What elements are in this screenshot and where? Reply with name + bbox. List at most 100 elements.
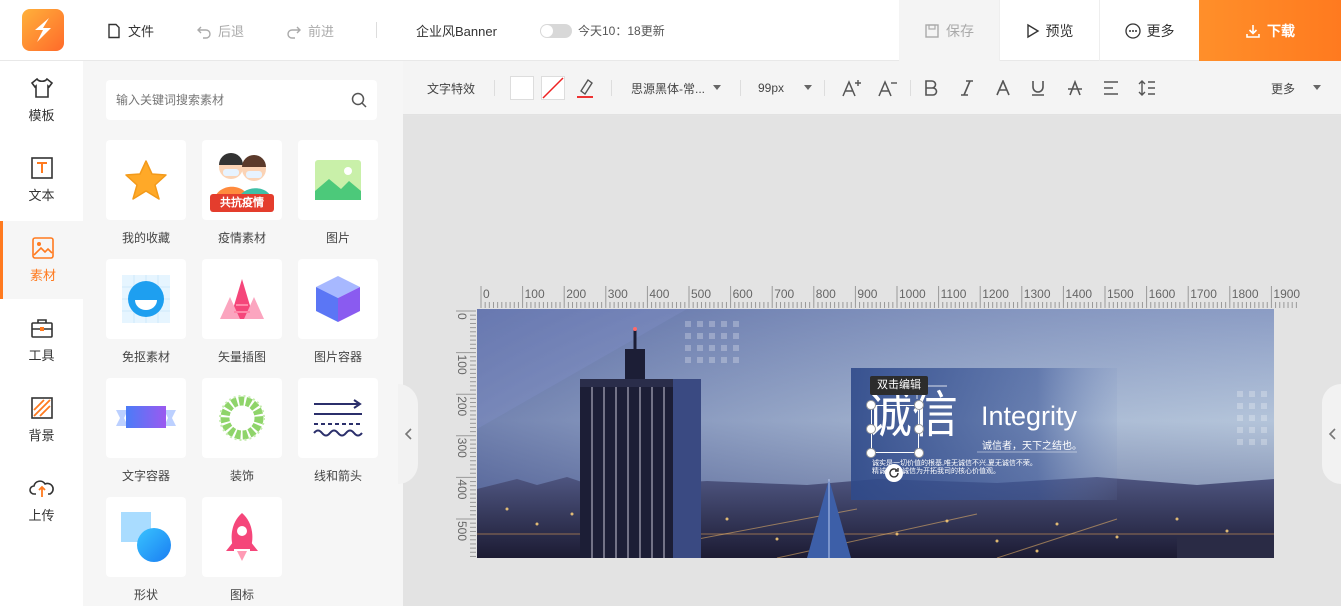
- app-logo[interactable]: [22, 9, 64, 51]
- text-toolbar: 文字特效 思源黑体-常... 99px 更多: [403, 61, 1341, 115]
- ruler-label: 300: [455, 438, 469, 458]
- font-size-increase-button[interactable]: [841, 61, 861, 115]
- collapse-panel-button[interactable]: [398, 384, 418, 484]
- tile-label: 图片容器: [313, 350, 362, 364]
- highlight-button[interactable]: [575, 61, 595, 115]
- italic-button[interactable]: [960, 61, 974, 115]
- tile-text-container[interactable]: 文字容器: [106, 378, 186, 484]
- autosave-status: 今天10：18更新: [540, 0, 665, 61]
- tile-label: 免抠素材: [121, 350, 170, 364]
- bold-icon: [925, 80, 938, 96]
- save-icon: [925, 23, 939, 38]
- top-bar: 文件 后退 前进 企业风Banner 今天10：18更新 保存 预览 更多 下载: [0, 0, 1341, 61]
- picture-icon: [315, 160, 361, 200]
- save-button[interactable]: 保存: [899, 0, 999, 61]
- tile-shapes[interactable]: 形状: [106, 497, 186, 603]
- bold-button[interactable]: [924, 61, 938, 115]
- resize-handle[interactable]: [914, 424, 924, 434]
- nav-label: 素材: [29, 267, 56, 283]
- banner-canvas[interactable]: 诚信 Integrity 诚信者，天下之结也。 诚实是一切价值的根基,唯无诚信不…: [477, 309, 1274, 558]
- tile-decoration[interactable]: 装饰: [202, 378, 282, 484]
- nav-background[interactable]: 背景: [0, 381, 83, 459]
- font-size-select[interactable]: 99px: [758, 61, 813, 115]
- tile-image-container[interactable]: 图片容器: [298, 259, 378, 365]
- ruler-label: 0: [483, 287, 490, 301]
- cube-icon: [316, 276, 360, 322]
- text-effect-button[interactable]: 文字特效: [427, 61, 475, 115]
- tile-vector[interactable]: 矢量插图: [202, 259, 282, 365]
- nav-tools[interactable]: 工具: [0, 301, 83, 379]
- more-button[interactable]: 更多: [1099, 0, 1199, 61]
- redo-icon: [287, 26, 301, 39]
- expand-right-panel-button[interactable]: [1322, 384, 1341, 484]
- ruler-label: 1700: [1190, 287, 1217, 301]
- ruler-label: 1500: [1107, 287, 1134, 301]
- nav-upload[interactable]: 上传: [0, 461, 83, 539]
- tile-label: 装饰: [229, 469, 254, 483]
- font-family-value: 思源黑体-常...: [631, 81, 705, 96]
- resize-handle[interactable]: [866, 424, 876, 434]
- tile-lines-arrows[interactable]: 线和箭头: [298, 378, 378, 484]
- save-label: 保存: [946, 22, 974, 39]
- ruler-label: 1200: [982, 287, 1009, 301]
- cloud-upload-icon: [28, 479, 54, 497]
- resize-handle[interactable]: [866, 400, 876, 410]
- nav-materials[interactable]: 素材: [0, 221, 83, 299]
- doc-title[interactable]: 企业风Banner: [416, 0, 497, 61]
- tile-epidemic[interactable]: 共抗疫情 疫情素材: [202, 140, 282, 246]
- ruler-label: 200: [455, 396, 469, 416]
- nav-label: 工具: [28, 347, 55, 363]
- spacing-button[interactable]: [1138, 61, 1156, 115]
- smile-icon: [122, 275, 170, 323]
- rotate-handle[interactable]: [885, 464, 903, 482]
- italic-icon: [961, 80, 973, 96]
- selection-box[interactable]: [871, 405, 919, 453]
- stripes-icon: [30, 396, 53, 419]
- font-size-decrease-button[interactable]: [877, 61, 897, 115]
- tile-pictures[interactable]: 图片: [298, 140, 378, 246]
- align-button[interactable]: [1103, 61, 1119, 115]
- tile-icons[interactable]: 图标: [202, 497, 282, 603]
- banner-subtitle[interactable]: 诚信者，天下之结也。: [982, 437, 1082, 452]
- autosave-toggle[interactable]: [540, 23, 572, 38]
- tile-cutout[interactable]: 免抠素材: [106, 259, 186, 365]
- preview-label: 预览: [1045, 22, 1074, 39]
- ribbon-icon: [116, 406, 176, 428]
- tile-label: 形状: [133, 588, 158, 602]
- search-box: [106, 80, 377, 120]
- search-input[interactable]: [116, 93, 351, 107]
- resize-handle[interactable]: [866, 448, 876, 458]
- chevron-left-icon: [1328, 428, 1336, 440]
- file-icon: [108, 23, 120, 38]
- font-family-select[interactable]: 思源黑体-常...: [631, 61, 721, 115]
- redo-button[interactable]: 前进: [286, 0, 334, 61]
- preview-button[interactable]: 预览: [999, 0, 1099, 61]
- divider: [494, 80, 495, 96]
- tile-favorites[interactable]: 我的收藏: [106, 140, 186, 246]
- resize-handle[interactable]: [914, 448, 924, 458]
- text-outline-icon: [996, 80, 1010, 96]
- nav-label: 背景: [28, 427, 55, 443]
- ruler-label: 1100: [941, 287, 967, 301]
- banner-title-en[interactable]: Integrity: [981, 401, 1077, 432]
- resize-handle[interactable]: [914, 400, 924, 410]
- download-button[interactable]: 下载: [1199, 0, 1341, 61]
- nav-templates[interactable]: 模板: [0, 61, 83, 139]
- strikethrough-button[interactable]: [1067, 61, 1083, 115]
- search-icon[interactable]: [351, 92, 367, 108]
- stroke-color-swatch[interactable]: [541, 76, 565, 100]
- toolbar-more-button[interactable]: 更多: [1271, 61, 1322, 115]
- highlighter-icon: [577, 78, 593, 98]
- material-panel: 我的收藏 共抗疫情 疫情素材 图片 免抠素材 矢量插图 图片容器: [83, 61, 403, 606]
- download-icon: [1246, 24, 1260, 38]
- ruler-label: 600: [733, 287, 753, 301]
- fill-color-swatch[interactable]: [510, 76, 534, 100]
- tile-label: 图片: [325, 231, 350, 245]
- horizontal-ruler: 0 100 200 300 400 500 600 700 800 900 1000 1100 1200…: [480, 286, 1300, 308]
- text-stroke-button[interactable]: [995, 61, 1011, 115]
- nav-text[interactable]: 文本: [0, 141, 83, 219]
- more-icon: [1124, 22, 1141, 39]
- file-menu[interactable]: 文件: [106, 0, 154, 61]
- undo-button[interactable]: 后退: [196, 0, 244, 61]
- underline-button[interactable]: [1031, 61, 1045, 115]
